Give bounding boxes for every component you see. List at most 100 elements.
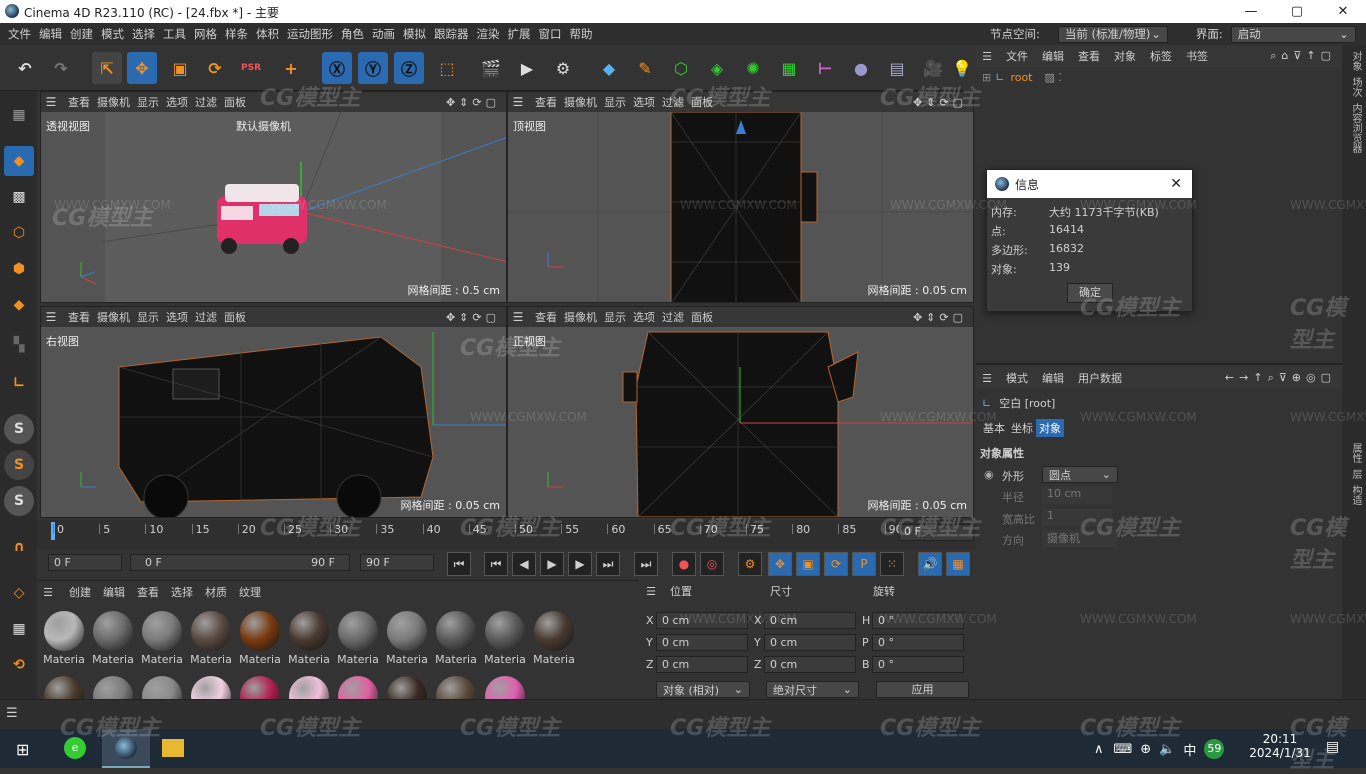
mat-menu-view[interactable]: 查看 bbox=[137, 584, 159, 600]
obj-menu-view[interactable]: 查看 bbox=[1078, 48, 1100, 64]
material-swatch[interactable]: Materia bbox=[433, 611, 479, 666]
quantize-icon[interactable]: S bbox=[4, 486, 34, 516]
vp-menu-view[interactable]: 查看 bbox=[535, 309, 557, 325]
material-swatch[interactable]: Materia bbox=[188, 611, 234, 666]
menu-item[interactable]: 扩展 bbox=[508, 26, 531, 42]
vp-menu-camera[interactable]: 摄像机 bbox=[97, 309, 130, 325]
axis-tool-icon[interactable]: + bbox=[276, 52, 306, 84]
hamburger-icon[interactable]: ☰ bbox=[41, 95, 61, 109]
pos-field[interactable]: 0 cm bbox=[656, 612, 748, 629]
notification-badge[interactable]: 59 bbox=[1204, 739, 1225, 759]
play-icon[interactable]: ▶ bbox=[540, 552, 564, 576]
panel-divider[interactable] bbox=[976, 363, 1342, 365]
vp-menu-panel[interactable]: 面板 bbox=[691, 309, 713, 325]
menu-item[interactable]: 选择 bbox=[132, 26, 155, 42]
material-swatch[interactable]: Materia bbox=[237, 611, 283, 666]
viewport-nav-icons[interactable]: ✥⇕⟳▢ bbox=[913, 96, 967, 109]
hamburger-icon[interactable]: ☰ bbox=[37, 586, 59, 599]
rot-field[interactable]: 0 ° bbox=[872, 612, 964, 629]
object-row-root[interactable]: ⊞ ∟ root ▨ ⁚ bbox=[976, 67, 1342, 87]
y-axis-lock-icon[interactable]: Ⓨ bbox=[358, 52, 388, 84]
workplane-icon[interactable]: ◇ bbox=[4, 578, 34, 608]
chevron-up-icon[interactable]: ∧ bbox=[1094, 742, 1104, 757]
clock[interactable]: 20:11 2024/1/31 bbox=[1248, 732, 1312, 760]
menu-item[interactable]: 跟踪器 bbox=[434, 26, 469, 42]
render-settings-icon[interactable]: ⚙ bbox=[548, 52, 578, 84]
cinema4d-taskbar-button[interactable] bbox=[102, 729, 150, 768]
orientation-select[interactable]: 摄像机 bbox=[1042, 530, 1118, 547]
select-tool-icon[interactable]: ⇱ bbox=[92, 52, 122, 84]
obj-menu-bookmarks[interactable]: 书签 bbox=[1186, 48, 1208, 64]
material-swatch[interactable]: Materia bbox=[90, 611, 136, 666]
field-icon[interactable]: ● bbox=[846, 52, 876, 84]
rot-field[interactable]: 0 ° bbox=[872, 634, 964, 651]
prev-key-icon[interactable]: ⏮ bbox=[484, 552, 508, 576]
keyframe-selection-icon[interactable]: ⚙ bbox=[738, 552, 762, 576]
attr-menu-mode[interactable]: 模式 bbox=[1006, 370, 1028, 386]
pen-icon[interactable]: ✎ bbox=[630, 52, 660, 84]
mat-menu-edit[interactable]: 编辑 bbox=[103, 584, 125, 600]
vp-menu-panel[interactable]: 面板 bbox=[691, 94, 713, 110]
next-key-icon[interactable]: ⏭ bbox=[596, 552, 620, 576]
pos-field[interactable]: 0 cm bbox=[656, 656, 748, 673]
menu-item[interactable]: 创建 bbox=[70, 26, 93, 42]
film-icon[interactable]: ▦ bbox=[946, 552, 970, 576]
hamburger-icon[interactable]: ☰ bbox=[41, 310, 61, 324]
vp-menu-panel[interactable]: 面板 bbox=[224, 94, 246, 110]
material-swatch[interactable]: Materia bbox=[482, 611, 528, 666]
material-swatch[interactable]: Materia bbox=[335, 611, 381, 666]
menu-item[interactable]: 渲染 bbox=[477, 26, 500, 42]
menu-item[interactable]: 网格 bbox=[194, 26, 217, 42]
camera-label[interactable]: 默认摄像机 bbox=[236, 118, 291, 134]
attr-menu-edit[interactable]: 编辑 bbox=[1042, 370, 1064, 386]
move-tool-icon[interactable]: ✥ bbox=[127, 52, 157, 84]
material-swatch[interactable]: Materia bbox=[531, 611, 577, 666]
next-frame-icon[interactable]: ▶ bbox=[568, 552, 592, 576]
coordinate-system-icon[interactable]: ⬚ bbox=[432, 52, 462, 84]
edge-mode-icon[interactable]: ⬢ bbox=[4, 254, 34, 284]
hamburger-icon[interactable]: ☰ bbox=[976, 50, 998, 63]
prev-frame-icon[interactable]: ◀ bbox=[512, 552, 536, 576]
snap-icon[interactable]: S bbox=[4, 414, 34, 444]
ok-button[interactable]: 确定 bbox=[1067, 283, 1113, 303]
vp-menu-filter[interactable]: 过滤 bbox=[195, 309, 217, 325]
sidebar-tab[interactable]: 属性 bbox=[1348, 443, 1363, 463]
pos-field[interactable]: 0 cm bbox=[656, 634, 748, 651]
layout-select[interactable]: 启动 ⌄ bbox=[1230, 25, 1356, 43]
vp-menu-view[interactable]: 查看 bbox=[68, 309, 90, 325]
hamburger-icon[interactable]: ☰ bbox=[508, 310, 528, 324]
vp-menu-display[interactable]: 显示 bbox=[604, 94, 626, 110]
mat-menu-create[interactable]: 创建 bbox=[69, 584, 91, 600]
key-pla-icon[interactable]: ⁙ bbox=[880, 552, 904, 576]
viewport-nav-icons[interactable]: ✥⇕⟳▢ bbox=[446, 311, 500, 324]
size-field[interactable]: 0 cm bbox=[764, 634, 856, 651]
object-name-root[interactable]: root bbox=[1010, 71, 1032, 84]
point-mode-icon[interactable]: ⬡ bbox=[4, 218, 34, 248]
go-to-start-icon[interactable]: ⏮ bbox=[447, 552, 471, 576]
obj-menu-edit[interactable]: 编辑 bbox=[1042, 48, 1064, 64]
vp-menu-options[interactable]: 选项 bbox=[633, 94, 655, 110]
ime-indicator[interactable]: 中 bbox=[1183, 740, 1196, 759]
magnet-icon[interactable]: ∩ bbox=[4, 532, 34, 562]
key-scale-icon[interactable]: ▣ bbox=[796, 552, 820, 576]
vp-menu-camera[interactable]: 摄像机 bbox=[564, 94, 597, 110]
attribute-nav-icons[interactable]: ←→↑⌕⊽⊕◎▢ bbox=[1225, 371, 1336, 385]
material-swatch[interactable]: Materia bbox=[41, 611, 87, 666]
vp-menu-display[interactable]: 显示 bbox=[604, 309, 626, 325]
vp-menu-camera[interactable]: 摄像机 bbox=[564, 309, 597, 325]
mat-menu-material[interactable]: 材质 bbox=[205, 584, 227, 600]
size-field[interactable]: 0 cm bbox=[764, 656, 856, 673]
vp-menu-panel[interactable]: 面板 bbox=[224, 309, 246, 325]
key-rotation-icon[interactable]: ⟳ bbox=[824, 552, 848, 576]
go-to-end-icon[interactable]: ⏭ bbox=[634, 552, 658, 576]
display-select[interactable]: 圆点 ⌄ bbox=[1042, 466, 1118, 483]
menu-item[interactable]: 体积 bbox=[256, 26, 279, 42]
expand-icon[interactable]: ⊞ bbox=[982, 71, 991, 84]
current-frame-field[interactable]: 0 F bbox=[48, 554, 122, 571]
sound-icon[interactable]: 🔊 bbox=[918, 552, 942, 576]
key-parameter-icon[interactable]: P bbox=[852, 552, 876, 576]
vp-menu-filter[interactable]: 过滤 bbox=[662, 309, 684, 325]
vp-menu-display[interactable]: 显示 bbox=[137, 94, 159, 110]
x-axis-lock-icon[interactable]: Ⓧ bbox=[322, 52, 352, 84]
hamburger-icon[interactable]: ☰ bbox=[508, 95, 528, 109]
